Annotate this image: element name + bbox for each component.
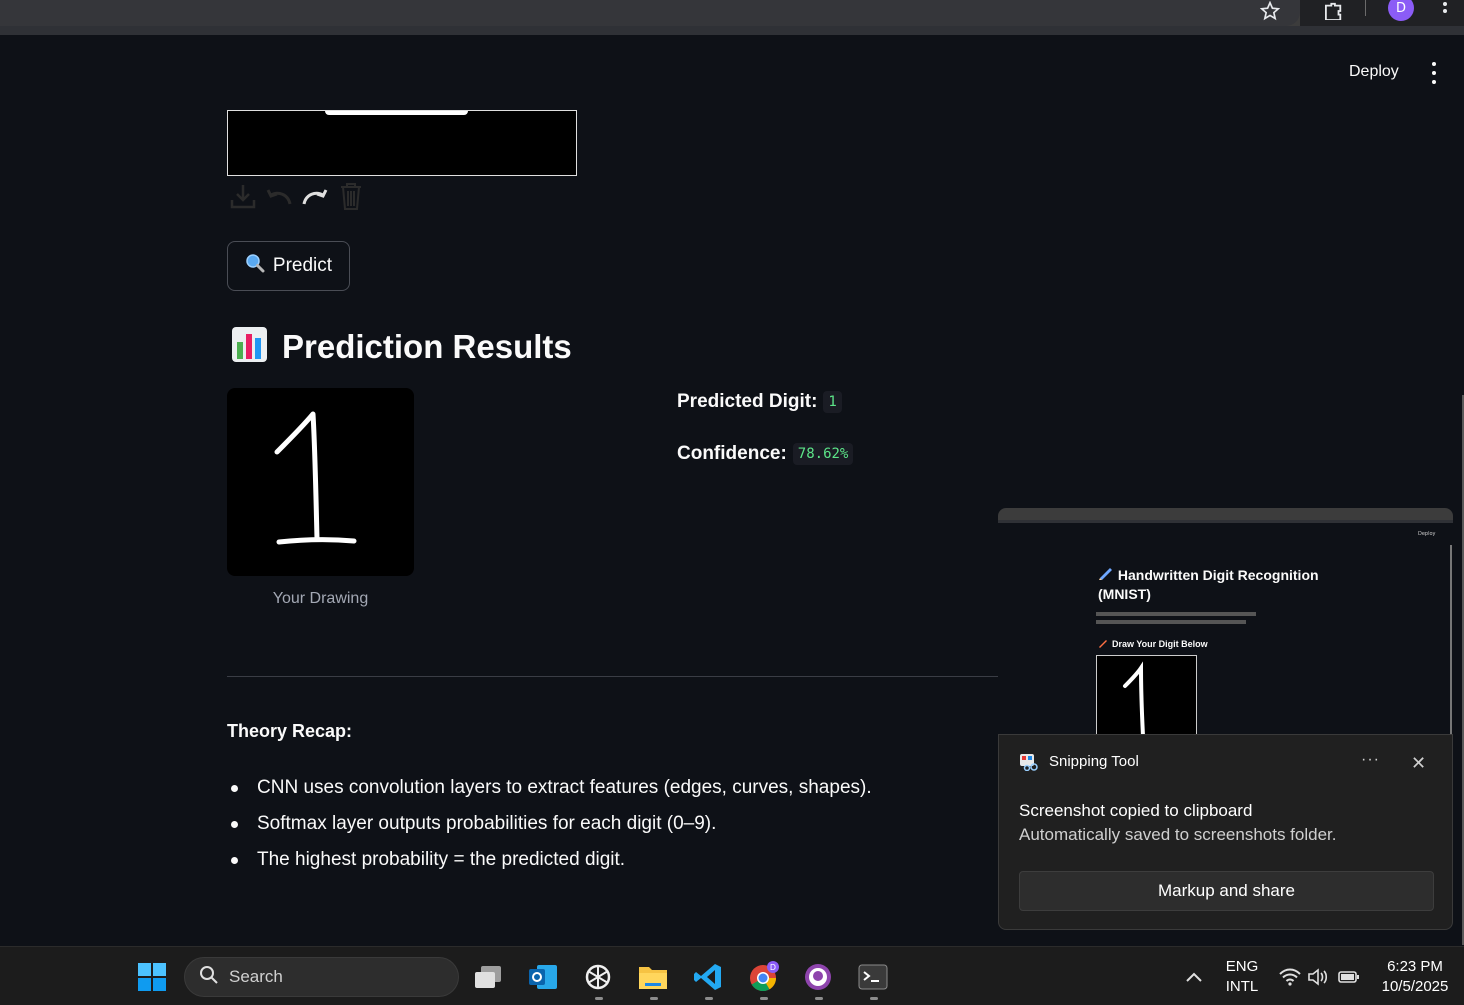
taskbar: D ENG INTL 6:23 PM 10/5/2025: [0, 946, 1464, 1005]
drawn-digit-one: [274, 411, 357, 545]
chrome-profile-badge: D: [770, 963, 776, 972]
search-icon: [199, 965, 219, 989]
preview-text-line: [1096, 620, 1246, 624]
preview-canvas: [1096, 655, 1197, 734]
magnifier-icon: [245, 253, 265, 279]
results-title: Prediction Results: [282, 327, 572, 365]
undo-icon[interactable]: [263, 180, 295, 212]
more-options-icon[interactable]: ···: [1361, 751, 1380, 769]
predicted-digit-value: 1: [823, 391, 842, 413]
close-icon[interactable]: ✕: [1411, 753, 1426, 774]
running-indicator: [815, 997, 823, 1000]
running-indicator: [650, 997, 658, 1000]
browser-toolbar-border: [0, 26, 1464, 35]
predicted-digit-metric: Predicted Digit: 1: [677, 391, 842, 413]
battery-icon[interactable]: [1333, 961, 1365, 993]
theory-recap-list: CNN uses convolution layers to extract f…: [227, 770, 872, 878]
main-menu-icon[interactable]: [1429, 62, 1439, 84]
drawing-caption: Your Drawing: [272, 590, 369, 607]
results-heading: Prediction Results: [231, 326, 572, 367]
browser-tab-strip: [0, 0, 1300, 26]
language-indicator[interactable]: ENG INTL: [1222, 957, 1262, 997]
running-indicator: [595, 997, 603, 1000]
chatgpt-icon[interactable]: [582, 961, 614, 993]
list-item: CNN uses convolution layers to extract f…: [227, 770, 872, 806]
task-view-icon[interactable]: [472, 961, 504, 993]
screenshot-preview[interactable]: Deploy Handwritten Digit Recognition (MN…: [998, 508, 1453, 734]
running-indicator: [705, 997, 713, 1000]
confidence-metric: Confidence: 78.62%: [677, 443, 854, 465]
preview-browser-border: [998, 520, 1453, 523]
confidence-label: Confidence:: [677, 443, 787, 464]
language-code: ENG: [1225, 958, 1259, 975]
browser-chrome: D: [0, 0, 1464, 35]
volume-icon[interactable]: [1302, 961, 1334, 993]
list-item: The highest probability = the predicted …: [227, 842, 872, 878]
terminal-icon[interactable]: [857, 961, 889, 993]
clock-time: 6:23 PM: [1387, 958, 1443, 975]
chrome-icon[interactable]: D: [747, 961, 779, 993]
snipping-tool-notification[interactable]: Snipping Tool ··· ✕ Screenshot copied to…: [998, 734, 1453, 930]
preview-title: Handwritten Digit Recognition (MNIST): [1098, 567, 1319, 602]
extensions-puzzle-icon[interactable]: [1322, 0, 1346, 22]
divider: [227, 676, 998, 677]
github-desktop-icon[interactable]: [802, 961, 834, 993]
canvas-toolbar: [227, 180, 367, 212]
toolbar-separator: [1365, 0, 1366, 16]
preview-deploy-label: Deploy: [1418, 531, 1436, 537]
preview-text-line: [1096, 612, 1256, 616]
preview-scrollbar: [1450, 545, 1452, 734]
running-indicator: [870, 997, 878, 1000]
bar-chart-icon: [231, 326, 268, 367]
pen-icon: [1098, 567, 1118, 583]
drawing-canvas[interactable]: [227, 110, 577, 176]
trash-icon[interactable]: [335, 180, 367, 212]
markup-and-share-button[interactable]: Markup and share: [1019, 871, 1434, 911]
predicted-digit-label: Predicted Digit:: [677, 391, 818, 412]
predict-button[interactable]: Predict: [227, 241, 350, 291]
running-indicator: [760, 997, 768, 1000]
list-item: Softmax layer outputs probabilities for …: [227, 806, 872, 842]
clock-date: 10/5/2025: [1381, 978, 1449, 995]
notification-heading: Screenshot copied to clipboard: [1019, 801, 1253, 820]
deploy-button[interactable]: Deploy: [1349, 63, 1399, 81]
chevron-up-icon[interactable]: [1178, 961, 1210, 993]
browser-menu-icon[interactable]: [1436, 0, 1454, 22]
theory-recap-title: Theory Recap:: [227, 721, 353, 741]
download-icon[interactable]: [227, 180, 259, 212]
confidence-value: 78.62%: [792, 443, 854, 465]
predict-button-label: Predict: [272, 255, 333, 276]
bookmark-star-icon[interactable]: [1258, 0, 1282, 22]
drawing-image: [227, 388, 414, 576]
pencil-icon: [1098, 638, 1108, 650]
redo-icon[interactable]: [299, 180, 331, 212]
file-explorer-icon[interactable]: [637, 961, 669, 993]
notification-app-name: Snipping Tool: [1049, 753, 1139, 770]
windows-start-icon[interactable]: [136, 961, 168, 993]
clock[interactable]: 6:23 PM 10/5/2025: [1370, 957, 1460, 997]
outlook-icon[interactable]: [527, 961, 559, 993]
preview-subtitle: Draw Your Digit Below: [1098, 638, 1208, 650]
vscode-icon[interactable]: [692, 961, 724, 993]
canvas-stroke: [325, 111, 468, 115]
keyboard-layout: INTL: [1225, 978, 1259, 995]
notification-body: Automatically saved to screenshots folde…: [1019, 825, 1337, 844]
search-input[interactable]: [229, 967, 429, 987]
snipping-tool-icon: [1019, 753, 1039, 772]
taskbar-search[interactable]: [184, 957, 459, 997]
